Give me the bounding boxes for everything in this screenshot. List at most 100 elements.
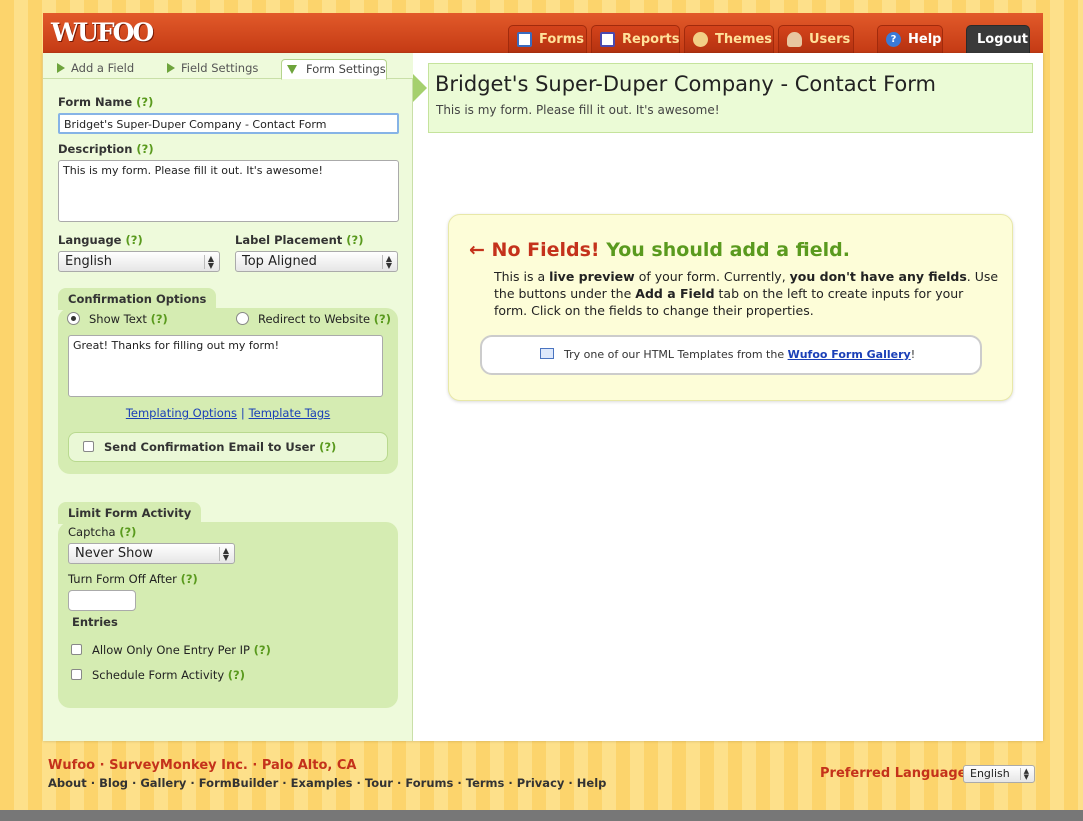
forms-icon bbox=[517, 32, 532, 47]
tab-form-settings[interactable]: Form Settings bbox=[281, 59, 387, 80]
redirect-label: Redirect to Website (?) bbox=[258, 312, 391, 326]
label-placement-select[interactable]: Top Aligned ▲ ▼ bbox=[235, 251, 398, 272]
footer-link-gallery[interactable]: Gallery bbox=[140, 776, 186, 790]
confirmation-options-title: Confirmation Options bbox=[58, 288, 217, 310]
footer-link-privacy[interactable]: Privacy bbox=[517, 776, 565, 790]
description-textarea[interactable]: This is my form. Please fill it out. It'… bbox=[58, 160, 399, 222]
notice-text-1: This is a bbox=[494, 269, 550, 284]
one-entry-checkbox[interactable] bbox=[71, 644, 82, 655]
send-confirmation-checkbox[interactable] bbox=[83, 441, 94, 452]
nav-tab-themes[interactable]: Themes bbox=[684, 25, 774, 53]
gallery-text: Try one of our HTML Templates from the W… bbox=[564, 348, 915, 361]
no-fields-notice: ← No Fields! You should add a field. Thi… bbox=[448, 214, 1013, 401]
form-name-label: Form Name (?) bbox=[58, 95, 153, 109]
preview-form-description: This is my form. Please fill it out. It'… bbox=[436, 103, 720, 117]
template-icon bbox=[540, 348, 554, 359]
nav-forms-label: Forms bbox=[539, 32, 584, 47]
triangle-right-icon bbox=[57, 63, 65, 73]
tab-field-settings[interactable]: Field Settings bbox=[165, 59, 285, 79]
preferred-language-select[interactable]: English ▲ ▼ bbox=[963, 765, 1035, 783]
turn-off-label-text: Turn Form Off After bbox=[68, 572, 177, 586]
help-link[interactable]: (?) bbox=[136, 95, 153, 109]
template-tags-link[interactable]: Template Tags bbox=[249, 406, 331, 420]
tab-field-settings-label: Field Settings bbox=[181, 61, 259, 75]
show-text-radio[interactable] bbox=[67, 312, 80, 325]
footer-link-help[interactable]: Help bbox=[577, 776, 607, 790]
help-link[interactable]: (?) bbox=[254, 643, 271, 657]
help-link[interactable]: (?) bbox=[228, 668, 245, 682]
nav-tab-reports[interactable]: Reports bbox=[591, 25, 680, 53]
help-link[interactable]: (?) bbox=[319, 440, 336, 454]
schedule-checkbox[interactable] bbox=[71, 669, 82, 680]
no-fields-text: No Fields! bbox=[491, 239, 600, 261]
nav-tab-users[interactable]: Users bbox=[778, 25, 854, 53]
footer-link-separator: · bbox=[392, 776, 406, 790]
main-panel: Add a Field Field Settings Form Settings… bbox=[43, 53, 1043, 741]
nav-tab-forms[interactable]: Forms bbox=[508, 25, 587, 53]
footer-link-tour[interactable]: Tour bbox=[365, 776, 393, 790]
top-header: WUFOO Forms Reports Themes Users ? Help … bbox=[43, 13, 1043, 53]
themes-palette-icon bbox=[693, 32, 708, 47]
footer-link-separator: · bbox=[186, 776, 199, 790]
help-link[interactable]: (?) bbox=[119, 525, 136, 539]
help-link[interactable]: (?) bbox=[151, 312, 168, 326]
footer-company: Wufoo · SurveyMonkey Inc. · Palo Alto, C… bbox=[48, 758, 357, 773]
captcha-label: Captcha (?) bbox=[68, 525, 136, 539]
help-link[interactable]: (?) bbox=[136, 142, 153, 156]
help-link[interactable]: (?) bbox=[126, 233, 143, 247]
footer-link-separator: · bbox=[453, 776, 466, 790]
users-icon bbox=[787, 32, 802, 47]
help-link[interactable]: (?) bbox=[346, 233, 363, 247]
captcha-select[interactable]: Never Show ▲ ▼ bbox=[68, 543, 235, 564]
turn-off-entries-input[interactable] bbox=[68, 590, 136, 611]
logout-button[interactable]: Logout bbox=[966, 25, 1030, 53]
nav-help-label: Help bbox=[908, 32, 942, 47]
preferred-language-value: English bbox=[970, 767, 1010, 780]
one-entry-label-text: Allow Only One Entry Per IP bbox=[92, 643, 250, 657]
notice-bold-2: you don't have any fields bbox=[789, 269, 967, 284]
notice-bold-3: Add a Field bbox=[635, 286, 715, 301]
add-field-text: You should add a field. bbox=[606, 239, 850, 261]
footer-link-separator: · bbox=[504, 776, 517, 790]
help-link[interactable]: (?) bbox=[374, 312, 391, 326]
language-select-value: English bbox=[65, 254, 112, 269]
language-select[interactable]: English ▲ ▼ bbox=[58, 251, 220, 272]
form-gallery-link[interactable]: Wufoo Form Gallery bbox=[788, 348, 911, 361]
select-arrows-icon: ▲ ▼ bbox=[203, 255, 214, 270]
tab-add-a-field-label: Add a Field bbox=[71, 61, 135, 75]
label-placement-select-value: Top Aligned bbox=[242, 254, 317, 269]
footer-link-about[interactable]: About bbox=[48, 776, 87, 790]
wufoo-logo[interactable]: WUFOO bbox=[51, 18, 154, 47]
footer-link-formbuilder[interactable]: FormBuilder bbox=[199, 776, 278, 790]
notice-body: This is a live preview of your form. Cur… bbox=[494, 268, 999, 319]
language-label-text: Language bbox=[58, 233, 122, 247]
form-name-input[interactable]: Bridget's Super-Duper Company - Contact … bbox=[58, 113, 399, 134]
captcha-label-text: Captcha bbox=[68, 525, 116, 539]
nav-users-label: Users bbox=[809, 32, 851, 47]
redirect-label-text: Redirect to Website bbox=[258, 312, 371, 326]
tab-add-a-field[interactable]: Add a Field bbox=[55, 59, 155, 79]
reports-icon bbox=[600, 32, 615, 47]
redirect-radio[interactable] bbox=[236, 312, 249, 325]
nav-tab-help[interactable]: ? Help bbox=[877, 25, 943, 53]
footer-link-examples[interactable]: Examples bbox=[291, 776, 353, 790]
turn-off-label: Turn Form Off After (?) bbox=[68, 572, 198, 586]
left-arrow-icon: ← bbox=[469, 239, 485, 261]
templating-options-link[interactable]: Templating Options bbox=[126, 406, 237, 420]
link-separator: | bbox=[240, 406, 245, 420]
show-text-label-text: Show Text bbox=[89, 312, 147, 326]
language-label: Language (?) bbox=[58, 233, 143, 247]
schedule-label: Schedule Form Activity (?) bbox=[92, 668, 245, 682]
confirmation-message-textarea[interactable]: Great! Thanks for filling out my form! bbox=[68, 335, 383, 397]
footer-link-blog[interactable]: Blog bbox=[99, 776, 128, 790]
footer-links: About · Blog · Gallery · FormBuilder · E… bbox=[48, 776, 606, 790]
form-preview-header[interactable]: Bridget's Super-Duper Company - Contact … bbox=[413, 63, 1033, 133]
description-label: Description (?) bbox=[58, 142, 154, 156]
triangle-right-icon bbox=[167, 63, 175, 73]
send-confirmation-box: Send Confirmation Email to User (?) bbox=[68, 432, 388, 462]
footer-link-forums[interactable]: Forums bbox=[405, 776, 453, 790]
help-link[interactable]: (?) bbox=[181, 572, 198, 586]
sidebar-tabs: Add a Field Field Settings Form Settings bbox=[43, 53, 413, 80]
footer-link-terms[interactable]: Terms bbox=[466, 776, 505, 790]
notice-text-2: of your form. Currently, bbox=[634, 269, 790, 284]
